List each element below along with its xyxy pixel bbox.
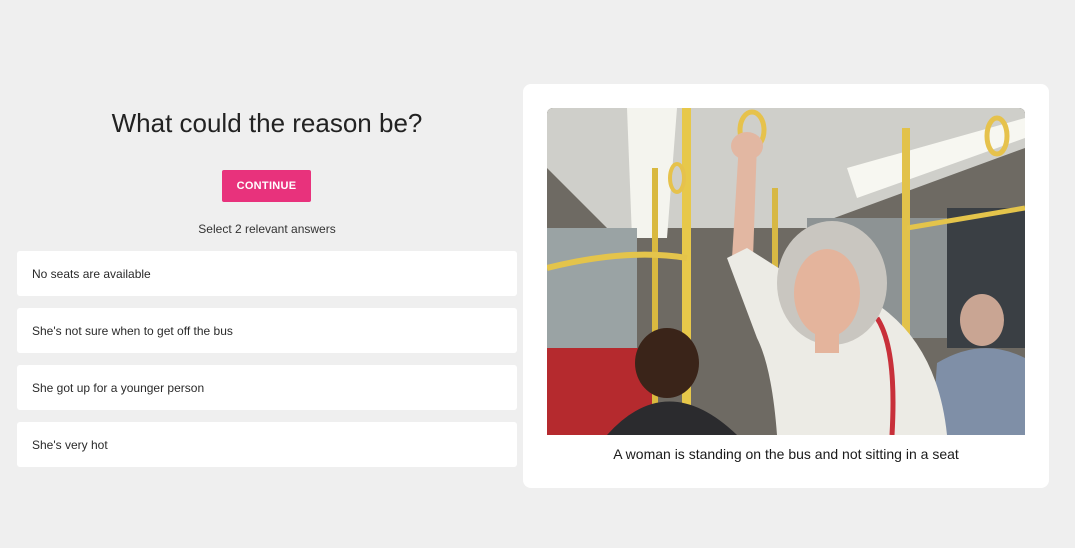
bus-photo-illustration xyxy=(547,108,1025,435)
continue-button[interactable]: CONTINUE xyxy=(222,170,311,202)
instruction-text: Select 2 relevant answers xyxy=(198,222,336,236)
answer-option[interactable]: She got up for a younger person xyxy=(17,365,517,410)
answer-option[interactable]: She's not sure when to get off the bus xyxy=(17,308,517,353)
bus-photo xyxy=(547,108,1025,435)
image-caption: A woman is standing on the bus and not s… xyxy=(613,446,959,462)
answer-option[interactable]: No seats are available xyxy=(17,251,517,296)
answer-list: No seats are available She's not sure wh… xyxy=(17,251,517,479)
image-card: A woman is standing on the bus and not s… xyxy=(523,84,1049,488)
question-title: What could the reason be? xyxy=(111,108,423,138)
answer-option[interactable]: She's very hot xyxy=(17,422,517,467)
